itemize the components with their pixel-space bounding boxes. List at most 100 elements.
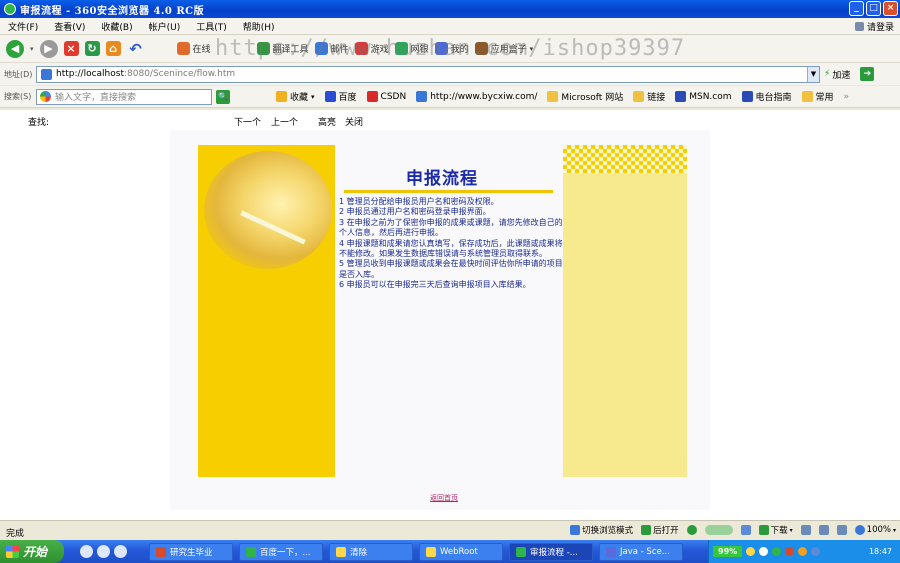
fav-bycxiw[interactable]: http://www.bycxiw.com/	[416, 91, 537, 102]
tray-icon[interactable]	[746, 547, 756, 556]
find-close-button[interactable]: 关闭	[345, 115, 363, 128]
start-button[interactable]: 开始	[0, 540, 64, 563]
tray-icon[interactable]	[759, 547, 769, 556]
toolbar-app-box[interactable]: 应用盒子 ▾	[474, 42, 533, 55]
toolbar-games[interactable]: 游戏	[354, 42, 389, 55]
accelerate-button[interactable]: ⚡ 加速	[824, 68, 850, 81]
bank-icon	[394, 42, 408, 55]
task-baidu[interactable]: 百度一下，...	[239, 542, 323, 561]
title-bar: 审报流程 - 360安全浏览器 4.0 RC版 _ □ ×	[0, 0, 900, 18]
tray-icon[interactable]	[798, 547, 808, 556]
folder-icon	[336, 546, 346, 557]
login-link[interactable]: 请登录	[854, 20, 894, 33]
toolbar-online[interactable]: 在线	[176, 42, 211, 55]
tray-icon[interactable]	[772, 547, 782, 556]
reopen-button[interactable]: 后打开	[641, 524, 679, 536]
favorites-menu[interactable]: 收藏 ▾	[276, 90, 315, 103]
windows-logo-icon	[6, 545, 19, 558]
fav-microsoft[interactable]: Microsoft 网站	[547, 90, 623, 103]
browser-logo-icon	[4, 3, 16, 15]
forward-arrow-icon[interactable]: ▶	[39, 39, 58, 58]
address-dropdown-icon[interactable]: ▼	[807, 66, 819, 82]
quick-launch-icon[interactable]	[114, 545, 127, 558]
refresh-icon[interactable]: ↻	[84, 41, 100, 56]
quick-launch-icon[interactable]	[97, 545, 110, 558]
address-label: 地址(D)	[4, 69, 33, 79]
mail-icon	[314, 42, 328, 55]
battery-indicator[interactable]: 99%	[713, 546, 743, 557]
switch-mode-button[interactable]: 切换浏览模式	[570, 524, 633, 536]
go-arrow-icon[interactable]: ➔	[860, 67, 875, 81]
back-dropdown-icon[interactable]: ▾	[30, 45, 34, 53]
address-input[interactable]: http://localhost:8080/Scenince/flow.htm …	[36, 65, 820, 83]
step-item: 1 管理员分配给申报员用户名和密码及权限。	[339, 197, 499, 206]
app-box-icon	[474, 42, 488, 55]
fav-baidu[interactable]: 百度	[324, 90, 357, 103]
menu-help[interactable]: 帮助(H)	[243, 20, 275, 33]
window-title: 审报流程 - 360安全浏览器 4.0 RC版	[20, 5, 205, 17]
tray-icon[interactable]	[811, 547, 821, 556]
toolbar-translate[interactable]: 翻译工具	[256, 42, 309, 55]
folder-icon	[633, 91, 645, 102]
back-home-link[interactable]: 返回首页	[430, 493, 458, 503]
favorites-list: 收藏 ▾ 百度 CSDN http://www.bycxiw.com/ Micro…	[276, 90, 849, 103]
menu-view[interactable]: 查看(V)	[54, 20, 85, 33]
home-icon[interactable]: ⌂	[105, 41, 121, 56]
folder-icon	[426, 546, 436, 557]
find-prev-button[interactable]: 上一个	[271, 115, 298, 128]
csdn-icon	[366, 91, 378, 102]
task-webroot[interactable]: WebRoot	[419, 542, 503, 561]
find-label: 查找:	[28, 118, 50, 128]
zoom-control[interactable]: 100% ▾	[854, 525, 896, 535]
fav-msn[interactable]: MSN.com	[675, 91, 732, 102]
fav-links[interactable]: 链接	[633, 90, 665, 103]
fav-csdn[interactable]: CSDN	[366, 91, 406, 102]
baidu-icon	[324, 91, 336, 102]
system-tray: 99% 18:47	[708, 540, 900, 563]
writing-hand-image	[204, 151, 332, 269]
search-label: 搜索(S)	[4, 92, 32, 101]
quick-launch-icon[interactable]	[80, 545, 93, 558]
search-input[interactable]: 输入文字，直接搜索	[36, 88, 212, 105]
radio-icon	[741, 91, 753, 102]
undo-icon[interactable]: ↶	[127, 40, 145, 58]
fav-common[interactable]: 常用	[801, 90, 834, 103]
menu-tools[interactable]: 工具(T)	[196, 20, 227, 33]
page-icon	[416, 91, 428, 102]
menu-favorites[interactable]: 收藏(B)	[101, 20, 132, 33]
title-divider	[344, 190, 553, 193]
fav-radio[interactable]: 电台指南	[741, 90, 792, 103]
minimize-button[interactable]: _	[849, 1, 864, 16]
toolbar-mine[interactable]: 我的	[434, 42, 469, 55]
tray-icon[interactable]	[785, 547, 795, 556]
task-graduation[interactable]: 研究生毕业	[149, 542, 233, 561]
left-decorative-panel	[198, 145, 335, 477]
more-chevron-icon[interactable]: »	[844, 92, 850, 102]
maximize-button[interactable]: □	[866, 1, 881, 16]
security-icon[interactable]	[686, 525, 697, 535]
task-java[interactable]: Java - Sce...	[599, 542, 683, 561]
search-button[interactable]: 🔍	[216, 89, 230, 104]
sound-icon[interactable]	[800, 525, 811, 535]
step-item: 3 在申报之前为了保密你申报的成果或课题，请您先修改自己的个人信息，然后再进行申…	[339, 217, 563, 238]
find-next-button[interactable]: 下一个	[234, 115, 261, 128]
step-item: 4 申报课题和成果请您认真填写，保存成功后，此课题或成果将不能修改。如果发生数据…	[339, 238, 563, 259]
close-button[interactable]: ×	[883, 1, 898, 16]
ie-compat-icon[interactable]	[740, 525, 751, 535]
toolbar-bank[interactable]: 网银	[394, 42, 429, 55]
window-icon[interactable]	[836, 525, 847, 535]
downloads-button[interactable]: 下载 ▾	[758, 524, 793, 536]
menu-account[interactable]: 帐户(U)	[149, 20, 181, 33]
page-title: 申报流程	[406, 169, 478, 189]
games-icon	[354, 42, 368, 55]
menu-file[interactable]: 文件(F)	[8, 20, 38, 33]
toolbar-mail[interactable]: 邮件	[314, 42, 349, 55]
task-clear[interactable]: 清除	[329, 542, 413, 561]
browser-icon	[246, 546, 256, 557]
task-current-browser[interactable]: 审报流程 -...	[509, 542, 593, 561]
highlight-button[interactable]: 高亮	[318, 115, 336, 128]
screenshot-icon[interactable]	[818, 525, 829, 535]
back-arrow-icon[interactable]: ◀	[6, 39, 24, 58]
toggle-icon[interactable]	[704, 525, 733, 535]
stop-icon[interactable]: ×	[63, 41, 79, 56]
